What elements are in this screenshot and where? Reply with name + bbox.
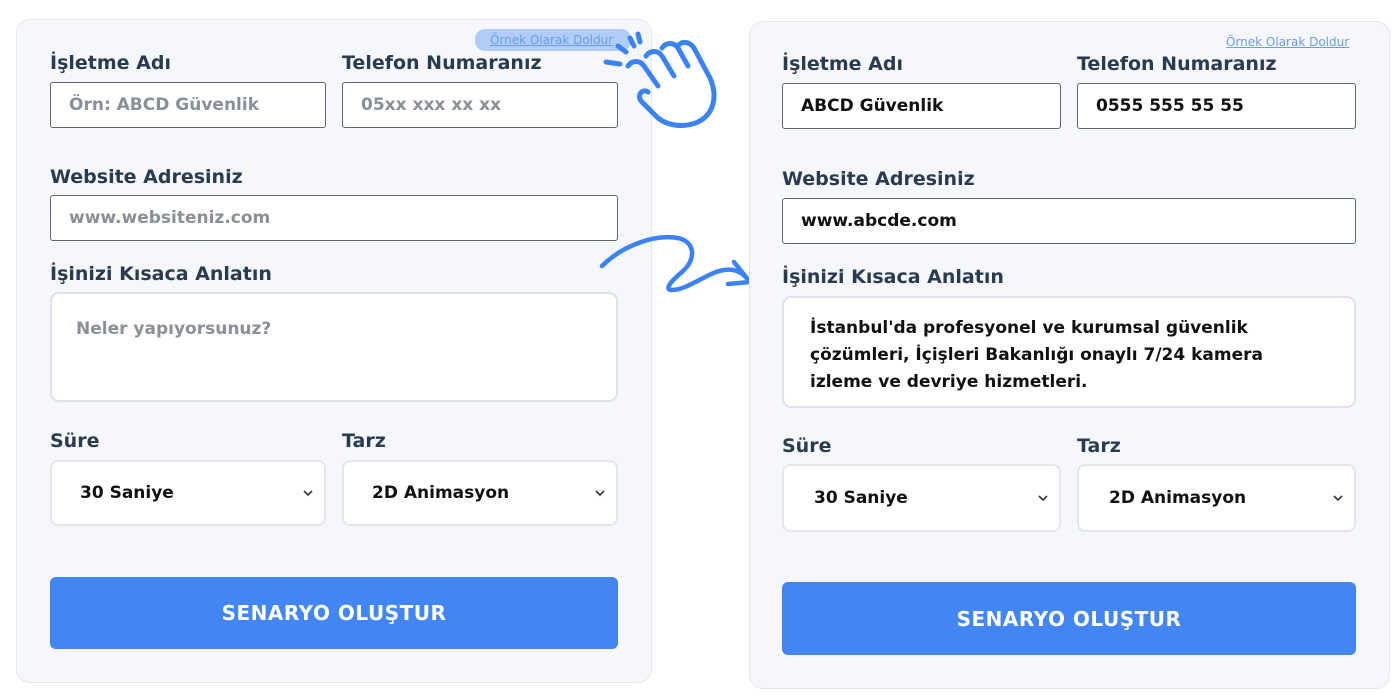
phone-input[interactable]: 0555 555 55 55 (1077, 83, 1356, 129)
description-textarea[interactable]: Neler yapıyorsunuz? (50, 292, 618, 402)
create-scenario-button[interactable]: SENARYO OLUŞTUR (782, 582, 1356, 655)
website-label: Website Adresiniz (782, 168, 975, 190)
website-label: Website Adresiniz (50, 166, 243, 188)
style-select[interactable]: 2D Animasyon (342, 460, 618, 526)
chevron-down-icon (1038, 495, 1048, 502)
phone-label: Telefon Numaranız (1077, 53, 1277, 75)
style-label: Tarz (342, 430, 386, 452)
chevron-down-icon (1333, 495, 1343, 502)
duration-select-value: 30 Saniye (814, 488, 908, 508)
style-select[interactable]: 2D Animasyon (1077, 464, 1356, 532)
duration-label: Süre (50, 430, 100, 452)
fill-example-link[interactable]: Örnek Olarak Doldur (1226, 35, 1349, 49)
chevron-down-icon (303, 490, 313, 497)
style-label: Tarz (1077, 435, 1121, 457)
business-name-label: İşletme Adı (782, 53, 903, 75)
business-name-input[interactable]: ABCD Güvenlik (782, 83, 1061, 129)
chevron-down-icon (595, 490, 605, 497)
description-label: İşinizi Kısaca Anlatın (782, 266, 1004, 288)
duration-select-value: 30 Saniye (80, 483, 174, 503)
website-input[interactable]: www.websiteniz.com (50, 195, 618, 241)
hand-pointer-icon (603, 31, 717, 128)
duration-label: Süre (782, 435, 832, 457)
business-name-label: İşletme Adı (50, 52, 171, 74)
phone-label: Telefon Numaranız (342, 52, 542, 74)
duration-select[interactable]: 30 Saniye (782, 464, 1061, 532)
style-select-value: 2D Animasyon (372, 483, 510, 503)
curved-arrow-icon (599, 235, 753, 293)
description-label: İşinizi Kısaca Anlatın (50, 263, 272, 285)
fill-example-link[interactable]: Örnek Olarak Doldur (490, 33, 613, 47)
duration-select[interactable]: 30 Saniye (50, 460, 326, 526)
website-input[interactable]: www.abcde.com (782, 198, 1356, 244)
description-textarea[interactable]: İstanbul'da profesyonel ve kurumsal güve… (782, 296, 1356, 408)
business-name-input[interactable]: Örn: ABCD Güvenlik (50, 82, 326, 128)
create-scenario-button[interactable]: SENARYO OLUŞTUR (50, 577, 618, 649)
phone-input[interactable]: 05xx xxx xx xx (342, 82, 618, 128)
style-select-value: 2D Animasyon (1109, 488, 1247, 508)
